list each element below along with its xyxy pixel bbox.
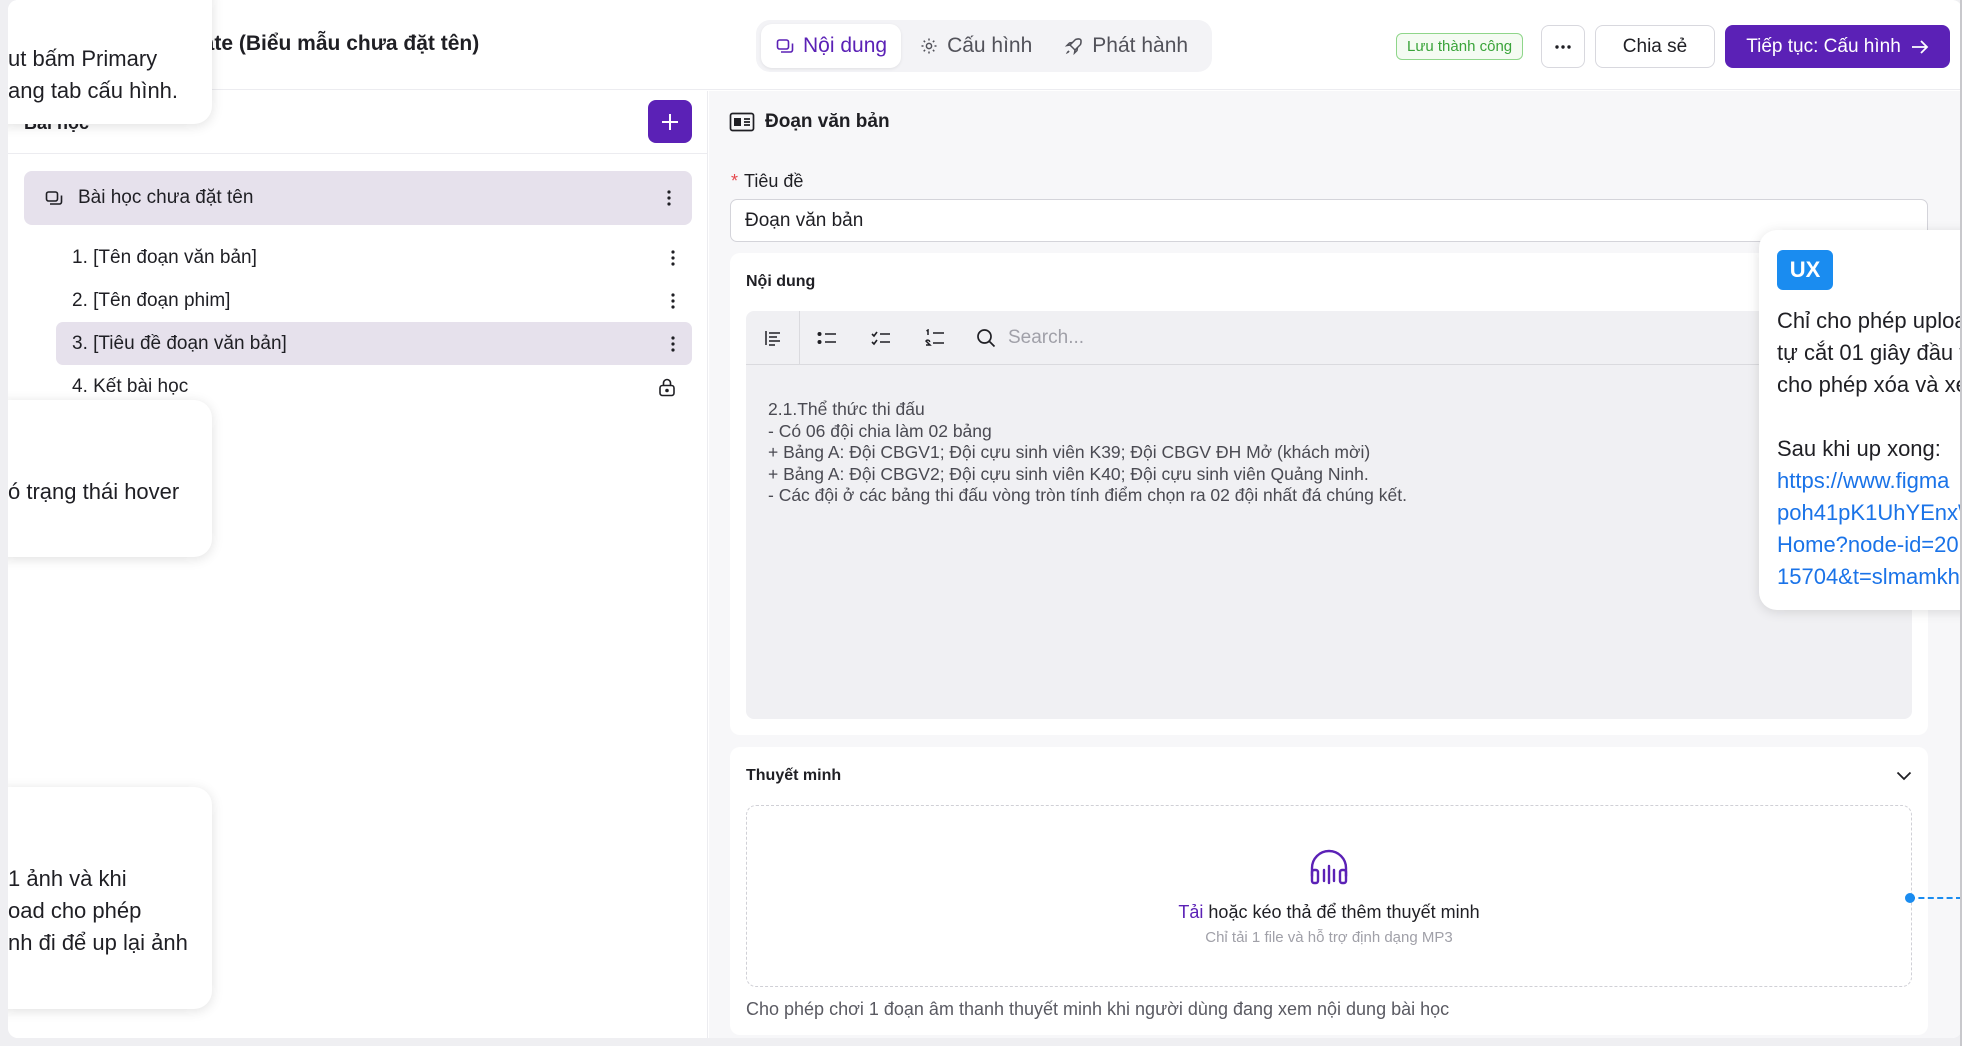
rocket-icon (1065, 38, 1083, 56)
figma-link[interactable]: https://www.figma (1777, 465, 1949, 497)
save-status-badge: Lưu thành công (1396, 33, 1524, 60)
rich-text-body[interactable]: 2.1.Thể thức thi đấu - Có 06 đội chia là… (746, 365, 1912, 719)
layers-icon (776, 39, 794, 53)
sidebar-item-video-segment[interactable]: 2. [Tên đoạn phim] (56, 279, 692, 322)
note-line: Sau khi up xong: (1777, 436, 1941, 461)
title-field-label: * Tiêu đề (731, 171, 804, 191)
note-line: nh đi để up lại ảnh (8, 930, 188, 955)
kebab-icon[interactable] (670, 249, 676, 267)
narration-helper-text: Cho phép chơi 1 đoạn âm thanh thuyết min… (746, 999, 1450, 1019)
annotation-note: 1 ảnh và khi oad cho phép nh đi để up lạ… (8, 787, 212, 1009)
narration-label: Thuyết minh (746, 767, 842, 784)
chevron-down-icon[interactable] (1896, 771, 1912, 781)
sidebar-item-label: 1. [Tên đoạn văn bản] (72, 246, 257, 268)
more-options-button[interactable] (1541, 25, 1585, 68)
note-line: oad cho phép (8, 898, 142, 923)
dropzone-text: Tải hoặc kéo thả để thêm thuyết minh (1178, 902, 1480, 922)
add-item-button[interactable] (648, 100, 692, 143)
tab-settings-label: Cấu hình (947, 34, 1033, 57)
tab-settings[interactable]: Cấu hình (905, 24, 1046, 68)
app-window: plate (Biểu mẫu chưa đặt tên) Nội dung C… (8, 0, 1962, 1038)
align-left-icon (764, 330, 780, 346)
divider (8, 153, 708, 154)
note-line: ang tab cấu hình. (8, 78, 179, 103)
lock-icon (659, 378, 675, 396)
continue-button-label: Tiếp tục: Cấu hình (1746, 35, 1901, 57)
bullet-list-button[interactable] (800, 311, 854, 365)
paragraph-align-button[interactable] (746, 310, 800, 365)
text-block-icon (729, 112, 755, 132)
note-line: ut bấm Primary (8, 46, 158, 71)
content-line: + Bảng A: Đội CBGV1; Đội cựu sinh viên K… (768, 442, 1371, 463)
share-button[interactable]: Chia sẻ (1595, 25, 1715, 68)
note-line: cho phép xóa và xe (1777, 372, 1962, 397)
ux-badge: UX (1777, 250, 1833, 290)
tab-content[interactable]: Nội dung (761, 24, 902, 68)
sidebar-item-label: 4. Kết bài học (72, 375, 189, 397)
search-icon (977, 328, 996, 347)
checklist-icon (871, 331, 890, 345)
toolbar-search (976, 326, 1408, 349)
ellipsis-icon (1555, 44, 1571, 49)
dropzone-hint: Chỉ tải 1 file và hỗ trợ định dạng MP3 (1205, 929, 1453, 946)
figma-link[interactable]: poh41pK1UhYEnxW (1777, 497, 1962, 529)
connector-dot (1905, 893, 1915, 903)
section-header: Đoạn văn bản (729, 111, 890, 133)
sidebar-item-text-title[interactable]: 3. [Tiêu đề đoạn văn bản] (56, 322, 692, 365)
tab-publish[interactable]: Phát hành (1050, 24, 1202, 68)
arrow-right-icon (1911, 39, 1929, 54)
tab-content-label: Nội dung (803, 34, 888, 57)
note-line: Chỉ cho phép uploa (1777, 308, 1962, 333)
section-title: Đoạn văn bản (765, 111, 890, 132)
kebab-icon[interactable] (666, 189, 672, 207)
ux-annotation-note: UX Chỉ cho phép uploa tự cắt 01 giây đầu… (1759, 230, 1962, 610)
annotation-note: ut bấm Primary ang tab cấu hình. (8, 0, 212, 124)
content-card: Nội dung 2.1.Th (730, 253, 1928, 735)
kebab-icon[interactable] (670, 292, 676, 310)
figma-link[interactable]: Home?node-id=20 (1777, 529, 1959, 561)
sidebar-item-label: 3. [Tiêu đề đoạn văn bản] (72, 332, 287, 354)
kebab-icon[interactable] (670, 335, 676, 353)
annotation-connector (1909, 897, 1962, 899)
content-line: - Các đội ở các bảng thi đấu vòng tròn t… (768, 485, 1407, 506)
figma-link[interactable]: 15704&t=slmamkh (1777, 561, 1960, 593)
bullet-list-icon (817, 331, 836, 344)
narration-header: Thuyết minh (746, 767, 1912, 785)
content-line: + Bảng A: Đội CBGV2; Đội cựu sinh viên K… (768, 463, 1369, 484)
headphones-icon (1310, 849, 1348, 885)
audio-upload-dropzone[interactable]: Tải hoặc kéo thả để thêm thuyết minh Chỉ… (746, 805, 1912, 987)
numbered-list-icon (925, 328, 944, 346)
plus-icon (662, 113, 678, 130)
editor-toolbar (746, 310, 1912, 365)
lesson-group-header[interactable]: Bài học chưa đặt tên (24, 171, 692, 225)
layers-icon (45, 191, 63, 205)
numbered-list-button[interactable] (908, 311, 962, 365)
annotation-note: ó trạng thái hover (8, 400, 212, 557)
view-tabs: Nội dung Cấu hình Phát hành (756, 20, 1212, 72)
content-line: - Có 06 đội chia làm 02 bảng (768, 420, 992, 441)
lesson-title: Bài học chưa đặt tên (78, 187, 254, 208)
note-line: tự cắt 01 giây đầu t (1777, 340, 1962, 365)
sidebar-item-text-segment[interactable]: 1. [Tên đoạn văn bản] (56, 236, 692, 279)
note-line: 1 ảnh và khi (8, 866, 127, 891)
sidebar-item-label: 2. [Tên đoạn phim] (72, 289, 231, 311)
note-line: ó trạng thái hover (8, 479, 180, 504)
content-line: 2.1.Thể thức thi đấu (768, 399, 925, 419)
search-input[interactable] (1008, 326, 1408, 349)
required-marker: * (731, 171, 739, 191)
title-input[interactable] (730, 199, 1928, 242)
gear-icon (921, 38, 937, 54)
content-label: Nội dung (746, 273, 816, 290)
document-title: plate (Biểu mẫu chưa đặt tên) (184, 32, 480, 55)
checklist-button[interactable] (854, 311, 908, 365)
narration-card: Thuyết minh Tải hoặc kéo thả để thêm thu… (730, 747, 1928, 1035)
tab-publish-label: Phát hành (1092, 34, 1189, 57)
continue-button[interactable]: Tiếp tục: Cấu hình (1725, 25, 1950, 68)
upload-link[interactable]: Tải (1178, 902, 1203, 922)
top-header: plate (Biểu mẫu chưa đặt tên) Nội dung C… (8, 0, 1962, 90)
